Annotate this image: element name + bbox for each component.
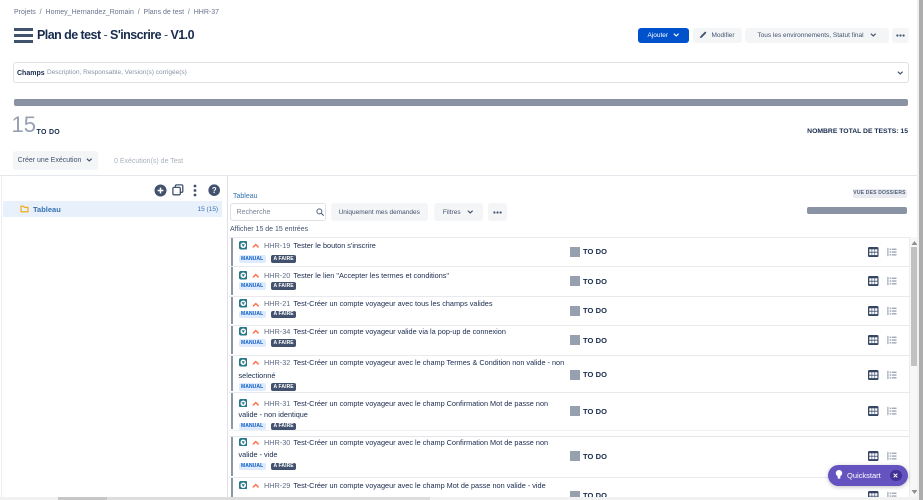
svg-text:?: ?: [211, 185, 216, 194]
